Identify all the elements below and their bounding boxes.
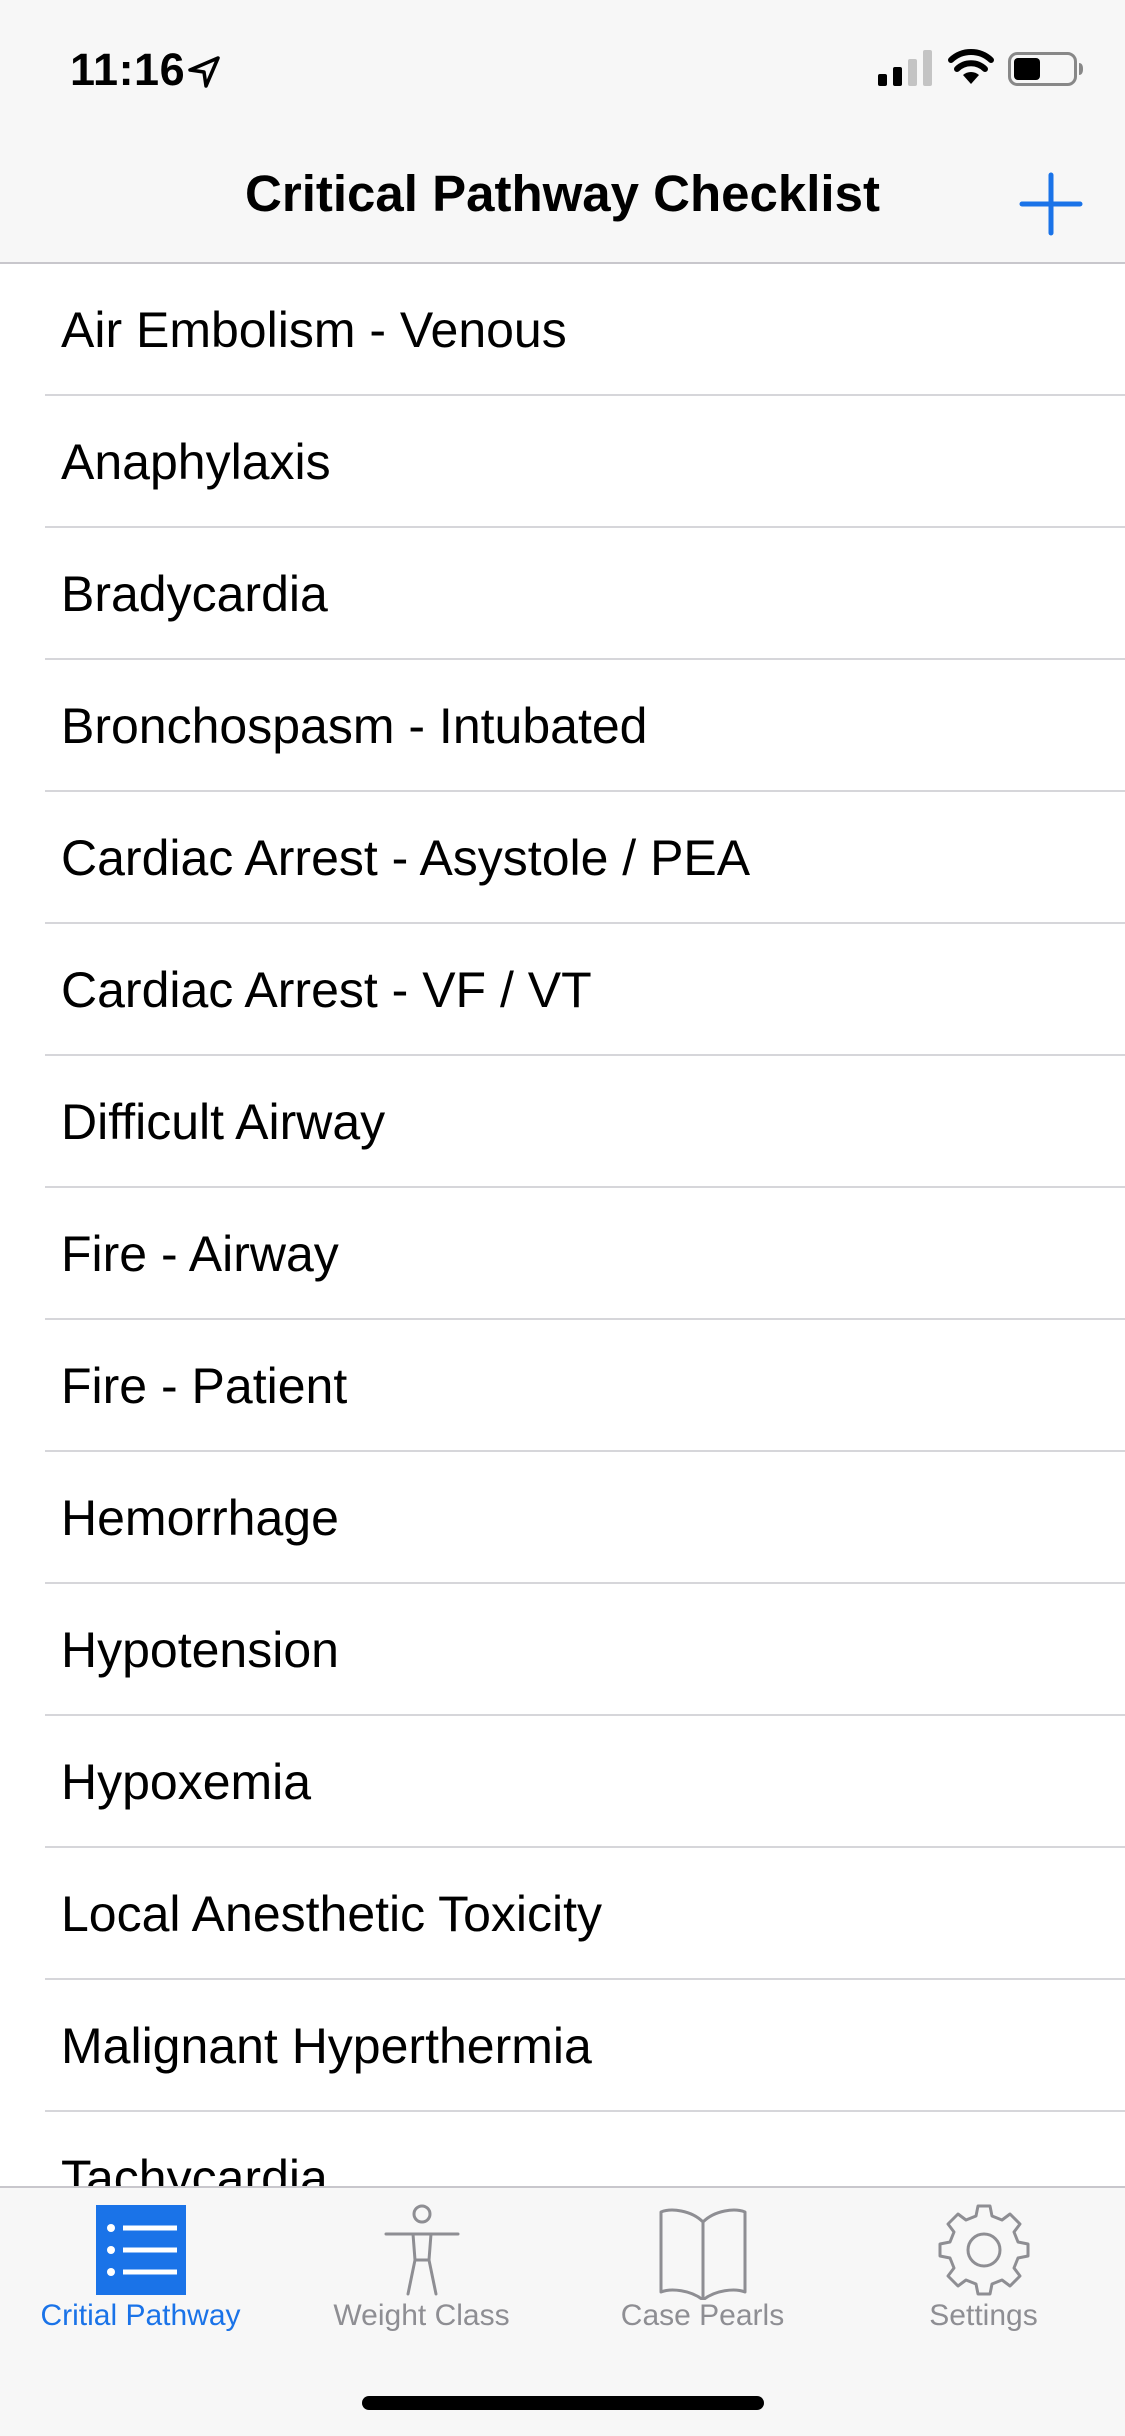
tab-weight-class[interactable]: Weight Class <box>281 2188 562 2348</box>
list-item[interactable]: Bradycardia <box>0 528 1125 660</box>
page-title: Critical Pathway Checklist <box>245 165 880 222</box>
list-item-label: Fire - Airway <box>61 1226 339 1282</box>
cellular-signal-icon <box>878 50 932 86</box>
gear-icon <box>938 2204 1029 2296</box>
book-icon <box>659 2208 746 2300</box>
list-item-label: Bradycardia <box>61 566 328 622</box>
person-icon <box>384 2204 459 2296</box>
location-arrow-icon <box>188 56 220 88</box>
list-item-label: Hypoxemia <box>61 1754 312 1810</box>
list-item-label: Hemorrhage <box>61 1490 339 1546</box>
tab-label: Settings <box>929 2299 1038 2332</box>
list-item[interactable]: Hypoxemia <box>0 1716 1125 1848</box>
wifi-icon <box>948 49 994 84</box>
list-item-label: Air Embolism - Venous <box>61 302 567 358</box>
status-time: 11:16 <box>70 44 186 95</box>
list-item[interactable]: Cardiac Arrest - VF / VT <box>0 924 1125 1056</box>
list-item-label: Local Anesthetic Toxicity <box>61 1886 603 1942</box>
checklist-list[interactable]: Air Embolism - Venous Anaphylaxis Bradyc… <box>0 264 1125 2186</box>
tab-critial-pathway[interactable]: Critial Pathway <box>0 2188 281 2348</box>
tab-label: Case Pearls <box>620 2299 785 2332</box>
list-item-label: Anaphylaxis <box>61 434 331 490</box>
list-item[interactable]: Malignant Hyperthermia <box>0 1980 1125 2112</box>
list-item-label: Bronchospasm - Intubated <box>61 698 648 754</box>
list-item-label: Difficult Airway <box>61 1094 386 1150</box>
list-item[interactable]: Fire - Patient <box>0 1320 1125 1452</box>
list-item[interactable]: Cardiac Arrest - Asystole / PEA <box>0 792 1125 924</box>
list-item-label: Malignant Hyperthermia <box>61 2018 592 2074</box>
navigation-bar: Critical Pathway Checklist <box>0 132 1125 264</box>
list-item-label: Fire - Patient <box>61 1358 348 1414</box>
home-indicator[interactable] <box>362 2396 764 2410</box>
status-bar: 11:16 <box>0 0 1125 132</box>
list-item[interactable]: Hypotension <box>0 1584 1125 1716</box>
list-item-label: Cardiac Arrest - Asystole / PEA <box>61 830 751 886</box>
list-item-label: Tachycardia <box>61 2150 328 2186</box>
list-item[interactable]: Tachycardia <box>0 2112 1125 2186</box>
list-item[interactable]: Bronchospasm - Intubated <box>0 660 1125 792</box>
list-item[interactable]: Difficult Airway <box>0 1056 1125 1188</box>
tab-label: Critial Pathway <box>40 2299 241 2332</box>
list-item[interactable]: Local Anesthetic Toxicity <box>0 1848 1125 1980</box>
list-item[interactable]: Hemorrhage <box>0 1452 1125 1584</box>
battery-icon <box>1008 52 1083 86</box>
list-item-label: Hypotension <box>61 1622 339 1678</box>
add-plus-icon[interactable] <box>1016 169 1086 239</box>
list-item[interactable]: Fire - Airway <box>0 1188 1125 1320</box>
tab-label: Weight Class <box>333 2299 510 2332</box>
list-item[interactable]: Air Embolism - Venous <box>0 264 1125 396</box>
list-icon <box>95 2205 186 2295</box>
tab-settings[interactable]: Settings <box>843 2188 1124 2348</box>
list-item-label: Cardiac Arrest - VF / VT <box>61 962 592 1018</box>
tab-case-pearls[interactable]: Case Pearls <box>562 2188 843 2348</box>
list-item[interactable]: Anaphylaxis <box>0 396 1125 528</box>
